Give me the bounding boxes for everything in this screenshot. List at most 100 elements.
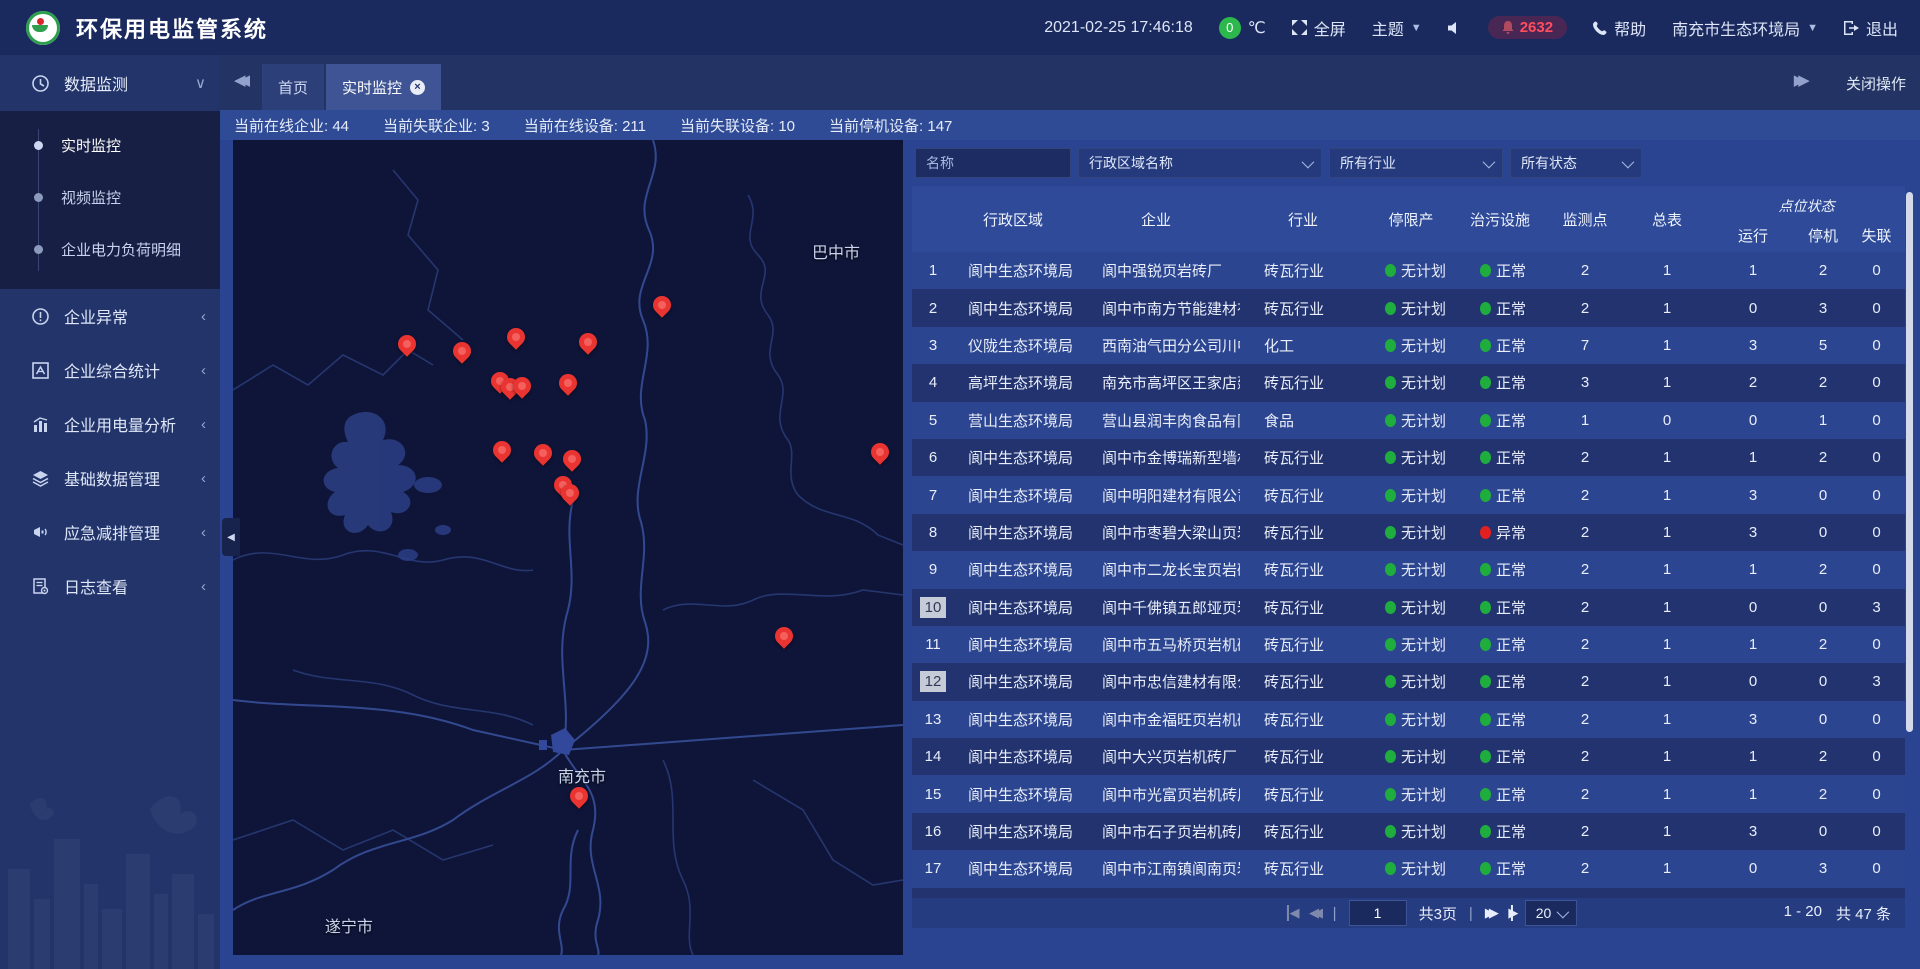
next-page-button[interactable]: ▶▶ bbox=[1485, 905, 1497, 921]
cell-disconnected: 0 bbox=[1848, 374, 1905, 391]
sidebar-item-power-load-detail[interactable]: 企业电力负荷明细 bbox=[0, 223, 220, 275]
close-tab-icon[interactable]: × bbox=[410, 80, 425, 95]
sidebar-item-base-data[interactable]: 基础数据管理 ‹ bbox=[0, 451, 220, 505]
first-page-button[interactable]: ◀ bbox=[1286, 905, 1297, 921]
map-canvas[interactable]: 巴中市南充市遂宁市 bbox=[233, 140, 903, 955]
row-index: 9 bbox=[920, 559, 946, 580]
table-row[interactable]: 10 阆中生态环境局 阆中千佛镇五郎垭页岩 砖瓦行业 无计划 正常 2 1 0 … bbox=[912, 589, 1905, 626]
cell-total-meter: 1 bbox=[1626, 786, 1708, 803]
table-row[interactable]: 12 阆中生态环境局 阆中市忠信建材有限公 砖瓦行业 无计划 正常 2 1 0 … bbox=[912, 663, 1905, 700]
cell-stopped: 2 bbox=[1798, 786, 1848, 803]
cell-total-meter: 1 bbox=[1626, 860, 1708, 877]
exit-icon bbox=[1844, 21, 1859, 35]
cell-stopped: 2 bbox=[1798, 636, 1848, 653]
table-row[interactable]: 17 阆中生态环境局 阆中市江南镇阆南页岩 砖瓦行业 无计划 正常 2 1 0 … bbox=[912, 850, 1905, 887]
cell-running: 0 bbox=[1708, 860, 1798, 877]
facility-status-dot bbox=[1480, 376, 1491, 389]
notification-count: 2632 bbox=[1520, 19, 1553, 36]
user-org-dropdown[interactable]: 南充市生态环境局▼ bbox=[1672, 16, 1818, 40]
cell-running: 3 bbox=[1708, 711, 1798, 728]
total-pages-label: 共3页 bbox=[1419, 903, 1457, 924]
cell-industry: 砖瓦行业 bbox=[1240, 559, 1366, 580]
log-document-icon bbox=[30, 578, 50, 595]
stats-bar: 当前在线企业: 44 当前失联企业: 3 当前在线设备: 211 当前失联设备:… bbox=[220, 110, 1920, 140]
chevron-down-icon: ∨ bbox=[195, 74, 206, 92]
name-filter-input[interactable] bbox=[915, 148, 1071, 178]
sidebar-item-power-analysis[interactable]: 企业用电量分析 ‹ bbox=[0, 397, 220, 451]
cell-disconnected: 0 bbox=[1848, 337, 1905, 354]
cell-company: 阆中市五马桥页岩机砖 bbox=[1072, 634, 1240, 655]
tabs-scroll-right-button[interactable]: ▶▶ bbox=[1794, 71, 1800, 89]
bullet-icon bbox=[34, 193, 43, 202]
prev-page-button[interactable]: ◀◀ bbox=[1309, 905, 1321, 921]
fullscreen-button[interactable]: 全屏 bbox=[1292, 16, 1346, 40]
sidebar-item-video-monitor[interactable]: 视频监控 bbox=[0, 171, 220, 223]
page-number-input[interactable] bbox=[1349, 900, 1407, 926]
table-row[interactable]: 13 阆中生态环境局 阆中市金福旺页岩机砖 砖瓦行业 无计划 正常 2 1 3 … bbox=[912, 701, 1905, 738]
logout-button[interactable]: 退出 bbox=[1844, 16, 1898, 40]
facility-status-dot bbox=[1480, 675, 1491, 688]
cell-running: 0 bbox=[1708, 300, 1798, 317]
sidebar-item-log-view[interactable]: 日志查看 ‹ bbox=[0, 559, 220, 613]
region-filter-select[interactable]: 行政区域名称 bbox=[1078, 148, 1322, 178]
facility-status-dot bbox=[1480, 788, 1491, 801]
map-geography bbox=[233, 140, 903, 955]
tab-home[interactable]: 首页 bbox=[262, 64, 324, 110]
cell-company: 阆中市南方节能建材有 bbox=[1072, 298, 1240, 319]
sidebar-item-emergency-reduction[interactable]: 应急减排管理 ‹ bbox=[0, 505, 220, 559]
limit-status-dot bbox=[1385, 788, 1396, 801]
cell-disconnected: 0 bbox=[1848, 636, 1905, 653]
table-row[interactable]: 7 阆中生态环境局 阆中明阳建材有限公司 砖瓦行业 无计划 正常 2 1 3 0… bbox=[912, 476, 1905, 513]
sidebar-item-realtime-monitor[interactable]: 实时监控 bbox=[0, 119, 220, 171]
table-row[interactable]: 6 阆中生态环境局 阆中市金博瑞新型墙材 砖瓦行业 无计划 正常 2 1 1 2… bbox=[912, 439, 1905, 476]
stat-item: 当前在线设备: 211 bbox=[524, 115, 646, 136]
cell-monitor-points: 2 bbox=[1544, 449, 1626, 466]
cell-stopped: 0 bbox=[1798, 823, 1848, 840]
table-row[interactable]: 1 阆中生态环境局 阆中强锐页岩砖厂 砖瓦行业 无计划 正常 2 1 1 2 0 bbox=[912, 252, 1905, 289]
table-row[interactable]: 18 南部生态环境局 南部县砂华水泥有限公 建材加工 无计划 正常 6 0 0 … bbox=[912, 888, 1905, 898]
table-row[interactable]: 5 营山生态环境局 营山县润丰肉食品有限 食品 无计划 正常 1 0 0 1 0 bbox=[912, 402, 1905, 439]
cell-industry: 砖瓦行业 bbox=[1240, 634, 1366, 655]
table-row[interactable]: 8 阆中生态环境局 阆中市枣碧大梁山页岩 砖瓦行业 无计划 异常 2 1 3 0… bbox=[912, 514, 1905, 551]
map-panel-collapse-button[interactable]: ◀ bbox=[222, 518, 240, 556]
chevron-left-icon: ‹ bbox=[201, 362, 206, 379]
cell-facility-status: 正常 bbox=[1496, 597, 1526, 618]
datetime: 2021-02-25 17:46:18 bbox=[1044, 19, 1193, 37]
cell-limit-status: 无计划 bbox=[1401, 522, 1446, 543]
limit-status-dot bbox=[1385, 862, 1396, 875]
column-disconnected: 失联 bbox=[1848, 218, 1905, 252]
last-page-button[interactable]: ▶ bbox=[1508, 905, 1513, 921]
table-row[interactable]: 11 阆中生态环境局 阆中市五马桥页岩机砖 砖瓦行业 无计划 正常 2 1 1 … bbox=[912, 626, 1905, 663]
tab-realtime-monitor[interactable]: 实时监控 × bbox=[326, 64, 441, 110]
page-size-select[interactable]: 20 bbox=[1525, 900, 1577, 926]
tabs-scroll-left-button[interactable]: ◀◀ bbox=[234, 71, 240, 89]
industry-filter-select[interactable]: 所有行业 bbox=[1329, 148, 1503, 178]
stat-item: 当前失联设备: 10 bbox=[680, 115, 795, 136]
table-row[interactable]: 14 阆中生态环境局 阆中大兴页岩机砖厂 砖瓦行业 无计划 正常 2 1 1 2… bbox=[912, 738, 1905, 775]
cell-running: 3 bbox=[1708, 487, 1798, 504]
status-filter-select[interactable]: 所有状态 bbox=[1510, 148, 1642, 178]
table-row[interactable]: 2 阆中生态环境局 阆中市南方节能建材有 砖瓦行业 无计划 正常 2 1 0 3… bbox=[912, 289, 1905, 326]
cell-facility-status: 正常 bbox=[1496, 335, 1526, 356]
column-monitor-points: 监测点 bbox=[1544, 186, 1626, 252]
notification-badge[interactable]: 2632 bbox=[1488, 16, 1567, 39]
city-label: 巴中市 bbox=[812, 239, 860, 263]
column-industry: 行业 bbox=[1240, 186, 1366, 252]
cell-company: 阆中市江南镇阆南页岩 bbox=[1072, 858, 1240, 879]
limit-status-dot bbox=[1385, 526, 1396, 539]
table-row[interactable]: 16 阆中生态环境局 阆中市石子页岩机砖厂 砖瓦行业 无计划 正常 2 1 3 … bbox=[912, 813, 1905, 850]
table-row[interactable]: 15 阆中生态环境局 阆中市光富页岩机砖厂 砖瓦行业 无计划 正常 2 1 1 … bbox=[912, 775, 1905, 812]
table-row[interactable]: 4 高坪生态环境局 南充市高坪区王家店建 砖瓦行业 无计划 正常 3 1 2 2… bbox=[912, 364, 1905, 401]
sidebar-item-enterprise-statistics[interactable]: 企业综合统计 ‹ bbox=[0, 343, 220, 397]
theme-dropdown[interactable]: 主题▼ bbox=[1372, 16, 1422, 40]
table-row[interactable]: 3 仪陇生态环境局 西南油气田分公司川中 化工 无计划 正常 7 1 3 5 0 bbox=[912, 327, 1905, 364]
row-index: 14 bbox=[920, 746, 946, 767]
close-operations-button[interactable]: 关闭操作 bbox=[1846, 73, 1906, 94]
help-button[interactable]: 帮助 bbox=[1593, 16, 1646, 40]
cell-facility-status: 正常 bbox=[1496, 671, 1526, 692]
table-row[interactable]: 9 阆中生态环境局 阆中市二龙长宝页岩砖 砖瓦行业 无计划 正常 2 1 1 2… bbox=[912, 551, 1905, 588]
table-scrollbar[interactable] bbox=[1906, 192, 1913, 732]
sound-button[interactable] bbox=[1448, 21, 1462, 35]
sidebar-item-enterprise-abnormal[interactable]: 企业异常 ‹ bbox=[0, 289, 220, 343]
sidebar-item-data-monitoring[interactable]: 数据监测 ∨ bbox=[0, 55, 220, 111]
